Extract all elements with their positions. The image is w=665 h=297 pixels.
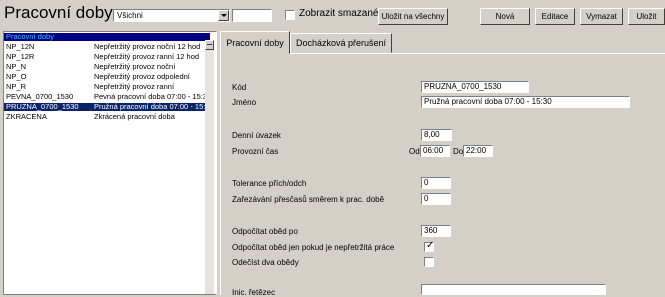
list-item-selected[interactable]: PRUZNA_0700_1530 Pružná pracovní doba 07:… bbox=[4, 103, 210, 111]
daily-load-label: Denní úvazek bbox=[232, 131, 281, 140]
save-button[interactable]: Uložit bbox=[628, 8, 665, 25]
chevron-down-icon[interactable] bbox=[218, 10, 229, 21]
save-all-button[interactable]: Uložit na všechny bbox=[378, 8, 448, 25]
list-item[interactable]: PEVNA_0700_1530 Pevná pracovní doba 07:00… bbox=[4, 93, 210, 101]
two-lunches-label: Odečíst dva obědy bbox=[232, 258, 299, 267]
init-chain-field[interactable] bbox=[421, 284, 606, 295]
from-time-field[interactable]: 06:00 bbox=[420, 145, 450, 157]
list-item[interactable]: NP_O Nepřetržitý provoz odpolední bbox=[4, 73, 210, 81]
init-chain-label: Inic. řetězec bbox=[232, 288, 276, 297]
filter-secondary-input[interactable] bbox=[232, 9, 272, 22]
delete-button[interactable]: Vymazat bbox=[580, 8, 623, 25]
tolerance-field[interactable]: 0 bbox=[421, 177, 451, 189]
to-time-field[interactable]: 22:00 bbox=[463, 145, 493, 157]
from-label: Od bbox=[409, 147, 420, 156]
list-item[interactable]: NP_R Nepřetržitý provoz ranní bbox=[4, 83, 210, 91]
operating-time-label: Provozní čas bbox=[232, 147, 279, 156]
filter-select[interactable]: Všichni bbox=[113, 9, 230, 22]
list-item[interactable]: NP_12R Nepřetržitý provoz ranní 12 hod bbox=[4, 53, 210, 61]
overtime-cut-field[interactable]: 0 bbox=[421, 193, 451, 205]
lunch-nonstop-label: Odpočítat oběd jen pokud je nepřetržitá … bbox=[232, 243, 395, 252]
code-field[interactable]: PRUZNA_0700_1530 bbox=[421, 81, 529, 93]
list-header: Pracovní doby bbox=[4, 33, 210, 41]
list-item[interactable]: NP_12N Nepřetržitý provoz noční 12 hod bbox=[4, 43, 210, 51]
two-lunches-checkbox[interactable] bbox=[424, 257, 434, 267]
page-title: Pracovní doby bbox=[4, 3, 113, 22]
list-scrollbar[interactable] bbox=[205, 40, 214, 294]
show-deleted-label: Zobrazit smazané bbox=[299, 8, 379, 19]
overtime-cut-label: Zařezávání přesčasů směrem k prac. době bbox=[232, 195, 385, 204]
tab-attendance-breaks[interactable]: Docházková přerušení bbox=[290, 33, 392, 53]
lunch-nonstop-checkbox[interactable] bbox=[424, 240, 434, 252]
filter-select-value: Všichni bbox=[117, 11, 143, 20]
tab-work-schedules[interactable]: Pracovní doby bbox=[220, 31, 290, 54]
daily-load-field[interactable]: 8,00 bbox=[421, 129, 452, 141]
new-button[interactable]: Nová bbox=[480, 8, 530, 25]
code-label: Kód bbox=[232, 83, 247, 92]
list-scrollbar-thumb[interactable] bbox=[205, 40, 214, 50]
work-schedule-list[interactable]: Pracovní doby NP_12N Nepřetržitý provoz n… bbox=[3, 31, 217, 295]
show-deleted-checkbox[interactable] bbox=[285, 10, 295, 20]
name-label: Jméno bbox=[232, 98, 257, 107]
name-field[interactable]: Pružná pracovní doba 07:00 - 15:30 bbox=[421, 96, 630, 108]
list-item[interactable]: ZKRACENA Zkrácená pracovní doba bbox=[4, 113, 210, 121]
edit-button[interactable]: Editace bbox=[535, 8, 575, 25]
lunch-after-label: Odpočítat oběd po bbox=[232, 227, 298, 236]
list-item[interactable]: NP_N Nepřetržitý provoz noční bbox=[4, 63, 210, 71]
lunch-after-field[interactable]: 360 bbox=[421, 225, 451, 237]
tolerance-label: Tolerance přích/odch bbox=[232, 179, 307, 188]
to-label: Do bbox=[453, 147, 464, 156]
